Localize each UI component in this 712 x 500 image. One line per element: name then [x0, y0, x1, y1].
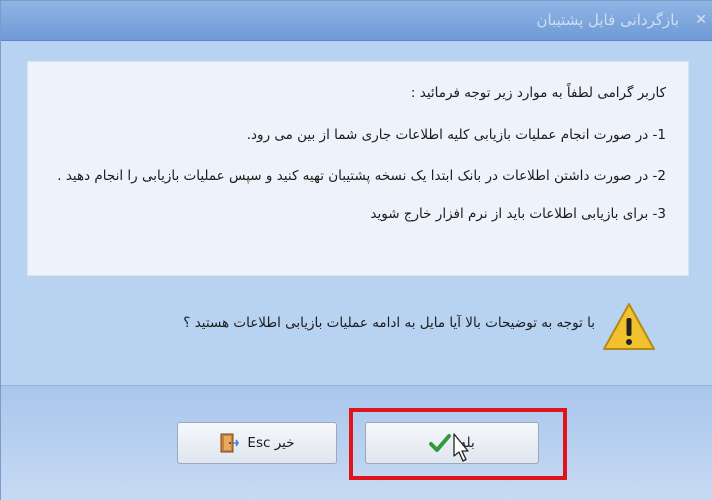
confirmation-question: با توجه به توضیحات بالا آیا مایل به ادام…: [183, 315, 595, 331]
no-button-label: خیر Esc: [247, 435, 295, 451]
door-exit-icon: [220, 433, 240, 453]
info-panel: کاربر گرامی لطفاً به موارد زیر توجه فرما…: [27, 61, 689, 276]
info-item-3: 3- برای بازیابی اطلاعات باید از نرم افزا…: [370, 205, 666, 222]
info-intro: کاربر گرامی لطفاً به موارد زیر توجه فرما…: [410, 85, 666, 101]
dialog-body: کاربر گرامی لطفاً به موارد زیر توجه فرما…: [1, 41, 712, 385]
button-bar: خیر Esc بله: [1, 385, 712, 500]
no-button[interactable]: خیر Esc: [177, 422, 337, 464]
info-item-1: 1- در صورت انجام عملیات بازیابی کلیه اطل…: [246, 126, 666, 143]
close-icon[interactable]: ✕: [695, 12, 707, 28]
mouse-pointer-icon: [453, 433, 469, 462]
window-title: بازگردانی فایل پشتیبان: [536, 11, 679, 29]
title-bar[interactable]: بازگردانی فایل پشتیبان ✕: [1, 1, 712, 41]
info-item-2: 2- در صورت داشتن اطلاعات در بانک ابتدا ی…: [57, 168, 666, 185]
restore-dialog: بازگردانی فایل پشتیبان ✕ کاربر گرامی لطف…: [0, 0, 712, 500]
warning-icon: [603, 303, 655, 350]
